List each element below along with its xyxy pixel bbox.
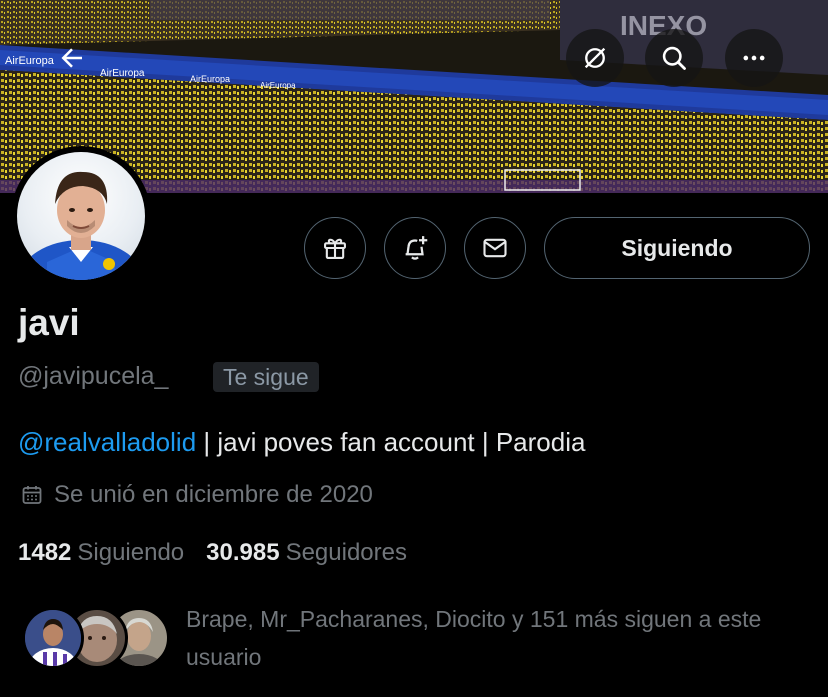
back-button[interactable] — [43, 29, 101, 87]
joined-date: Se unió en diciembre de 2020 — [20, 481, 373, 509]
follow-stats: 1482 Siguiendo 30.985 Seguidores — [18, 539, 407, 567]
follows-you-badge: Te sigue — [213, 362, 319, 392]
message-button[interactable] — [464, 217, 526, 279]
search-icon — [662, 46, 686, 70]
notification-add-icon — [405, 236, 428, 260]
profile-name: javi — [18, 302, 80, 343]
profile-handle: @javipucela_ — [18, 362, 169, 390]
block-button[interactable] — [566, 29, 624, 87]
known-followers-text[interactable]: Brape, Mr_Pacharanes, Diocito y 151 más … — [186, 600, 806, 676]
gift-icon — [324, 238, 346, 259]
calendar-icon — [22, 486, 42, 504]
followers-count: 30.985 — [206, 539, 280, 566]
known-follower-avatar — [22, 607, 84, 669]
back-arrow-icon — [61, 48, 82, 68]
banner-ad-text: AirEuropa — [260, 81, 296, 90]
mail-icon — [483, 238, 507, 258]
gift-button[interactable] — [304, 217, 366, 279]
notifications-button[interactable] — [384, 217, 446, 279]
more-icon — [743, 55, 765, 61]
avatar[interactable] — [11, 146, 151, 286]
followers-label: Seguidores — [285, 539, 407, 566]
profile-bio: @realvalladolid | javi poves fan account… — [18, 427, 585, 458]
banner-ad-text: AirEuropa — [100, 68, 145, 79]
search-button[interactable] — [645, 29, 703, 87]
joined-text: Se unió en diciembre de 2020 — [54, 481, 373, 508]
following-button[interactable]: Siguiendo — [544, 217, 810, 279]
bio-text: | javi poves fan account | Parodia — [196, 427, 586, 457]
bio-mention-link[interactable]: @realvalladolid — [18, 427, 196, 457]
following-stat[interactable]: 1482 Siguiendo — [18, 539, 184, 567]
block-icon — [584, 47, 606, 69]
banner-ad-text: AirEuropa — [190, 74, 230, 84]
following-count: 1482 — [18, 539, 72, 566]
following-label: Siguiendo — [77, 539, 185, 566]
avatar-image — [17, 152, 145, 280]
more-button[interactable] — [725, 29, 783, 87]
followers-stat[interactable]: 30.985 Seguidores — [206, 539, 407, 567]
